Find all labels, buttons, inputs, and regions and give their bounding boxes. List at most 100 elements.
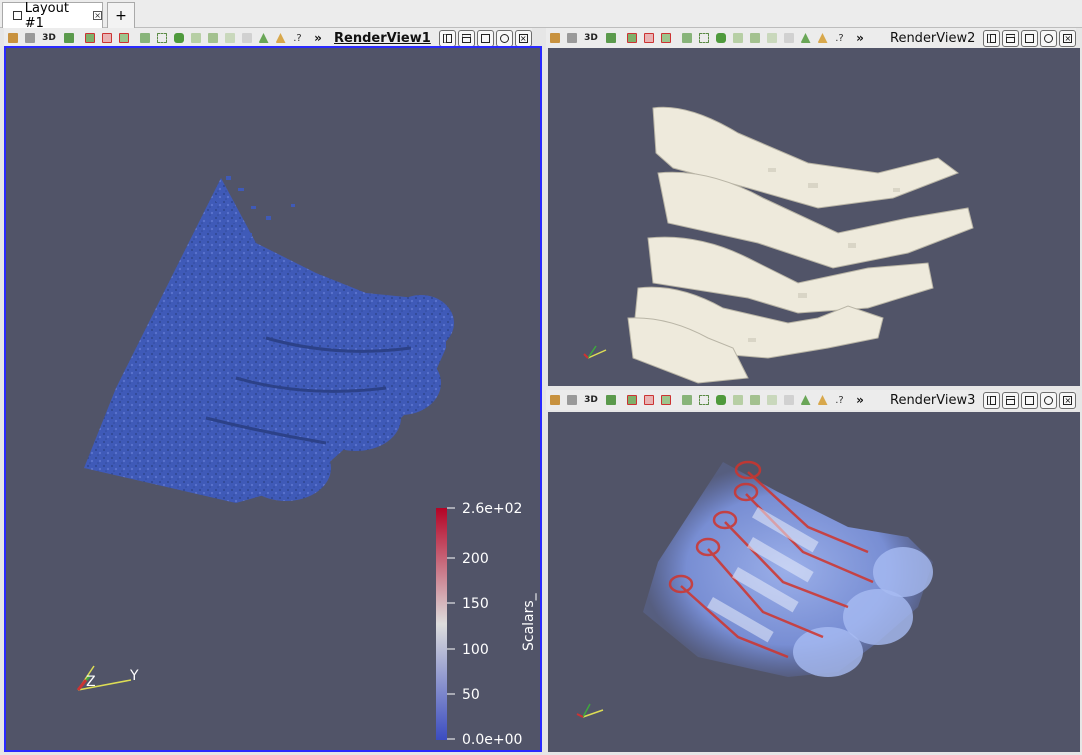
polygon-select-icon[interactable] [170, 30, 187, 46]
orientation-axes: Z Y [76, 665, 139, 691]
foot-surface [84, 178, 454, 503]
foot-skin-volume: Z Y 2.6e+02 200 150 100 50 0.0e+00 Scala… [76, 176, 537, 748]
3d-toggle-button[interactable]: 3D [580, 30, 602, 46]
toolbar-more-icon[interactable]: » [848, 31, 872, 45]
hover-icon[interactable] [814, 392, 831, 408]
legend-tick-100: 100 [462, 642, 489, 658]
add-tab-label: + [115, 7, 127, 24]
interactive-select-icon[interactable] [136, 30, 153, 46]
split-horizontal-icon[interactable] [983, 29, 1001, 47]
screenshot-icon[interactable] [1040, 391, 1058, 409]
tab-layout-1[interactable]: Layout #1 × [2, 1, 103, 31]
camera-icon[interactable] [602, 30, 619, 46]
toolbar-more-icon[interactable]: » [306, 31, 330, 45]
view-window-buttons: × [438, 29, 532, 47]
foot-bones-surface [583, 106, 974, 384]
render-canvas-2[interactable] [548, 48, 1080, 386]
view-toolbar: 3D .? » RenderView3 × [546, 390, 1077, 410]
colorbar [436, 508, 447, 740]
clear-selection-icon[interactable] [780, 30, 797, 46]
split-vertical-icon[interactable] [1002, 391, 1020, 409]
view-window-buttons: × [983, 391, 1077, 409]
grow-selection-icon[interactable] [763, 30, 780, 46]
close-icon[interactable]: × [1059, 29, 1077, 47]
orientation-axes-3 [576, 703, 604, 718]
maximize-icon[interactable] [1021, 391, 1039, 409]
legend-tick-max: 2.6e+02 [462, 501, 522, 517]
polygon-select-icon[interactable] [712, 392, 729, 408]
grow-selection-icon[interactable] [763, 392, 780, 408]
hover-icon[interactable] [272, 30, 289, 46]
select-points-icon[interactable] [640, 392, 657, 408]
split-horizontal-icon[interactable] [983, 391, 1001, 409]
render-canvas-3[interactable] [548, 412, 1080, 752]
camera-icon[interactable] [60, 30, 77, 46]
axis-label-z: Z [86, 674, 96, 690]
legend-tick-min: 0.0e+00 [462, 732, 522, 748]
hover-points-icon[interactable] [204, 30, 221, 46]
maximize-icon[interactable] [476, 29, 494, 47]
pick-icon[interactable] [546, 392, 563, 408]
screenshot-icon[interactable] [1040, 29, 1058, 47]
hover-points-icon[interactable] [746, 392, 763, 408]
hover-icon[interactable] [814, 30, 831, 46]
grow-selection-icon[interactable] [221, 30, 238, 46]
add-tab-button[interactable]: + [107, 2, 135, 28]
legend-title: Scalars_ [521, 592, 537, 651]
select-points-icon[interactable] [98, 30, 115, 46]
close-icon[interactable]: × [514, 29, 532, 47]
bone-surfaces [627, 106, 974, 384]
select-icon[interactable] [21, 30, 38, 46]
tab-close-icon[interactable]: × [93, 11, 102, 20]
render-view-1: 3D .? » RenderView1 × Z Y 2.6e+02 200 15… [4, 28, 542, 754]
select-cells-icon[interactable] [81, 30, 98, 46]
clear-selection-icon[interactable] [238, 30, 255, 46]
color-legend: 2.6e+02 200 150 100 50 0.0e+00 Scalars_ [436, 501, 537, 748]
block-select-icon[interactable] [695, 392, 712, 408]
3d-toggle-button[interactable]: 3D [38, 30, 60, 46]
camera-icon[interactable] [602, 392, 619, 408]
legend-tick-200: 200 [462, 551, 489, 567]
select-points-icon[interactable] [640, 30, 657, 46]
select-icon[interactable] [563, 30, 580, 46]
view-window-buttons: × [983, 29, 1077, 47]
hover-cells-icon[interactable] [729, 30, 746, 46]
render-view-2: 3D .? » RenderView2 × [546, 28, 1082, 386]
interactive-select-icon[interactable] [678, 392, 695, 408]
select-cells-icon[interactable] [623, 392, 640, 408]
close-icon[interactable]: × [1059, 391, 1077, 409]
pick-icon[interactable] [546, 30, 563, 46]
split-vertical-icon[interactable] [1002, 29, 1020, 47]
hover-cells-icon[interactable] [187, 30, 204, 46]
screenshot-icon[interactable] [495, 29, 513, 47]
hover-points-icon[interactable] [746, 30, 763, 46]
polygon-select-icon[interactable] [712, 30, 729, 46]
split-vertical-icon[interactable] [457, 29, 475, 47]
view-title: RenderView3 [890, 392, 976, 408]
interactive-select-icon[interactable] [678, 30, 695, 46]
ruler-icon[interactable] [797, 392, 814, 408]
3d-toggle-button[interactable]: 3D [580, 392, 602, 408]
block-select-icon[interactable] [695, 30, 712, 46]
frustum-icon[interactable] [657, 392, 674, 408]
frustum-icon[interactable] [657, 30, 674, 46]
maximize-icon[interactable] [1021, 29, 1039, 47]
frustum-icon[interactable] [115, 30, 132, 46]
pick-icon[interactable] [4, 30, 21, 46]
select-cells-icon[interactable] [623, 30, 640, 46]
help-icon[interactable]: .? [831, 30, 848, 46]
ruler-icon[interactable] [797, 30, 814, 46]
split-horizontal-icon[interactable] [438, 29, 456, 47]
hover-cells-icon[interactable] [729, 392, 746, 408]
axis-label-y: Y [129, 668, 139, 684]
help-icon[interactable]: .? [289, 30, 306, 46]
toolbar-more-icon[interactable]: » [848, 393, 872, 407]
help-icon[interactable]: .? [831, 392, 848, 408]
render-canvas-1[interactable]: Z Y 2.6e+02 200 150 100 50 0.0e+00 Scala… [4, 46, 542, 752]
ruler-icon[interactable] [255, 30, 272, 46]
legend-tick-50: 50 [462, 687, 480, 703]
select-icon[interactable] [563, 392, 580, 408]
layout-icon [13, 11, 22, 20]
clear-selection-icon[interactable] [780, 392, 797, 408]
block-select-icon[interactable] [153, 30, 170, 46]
